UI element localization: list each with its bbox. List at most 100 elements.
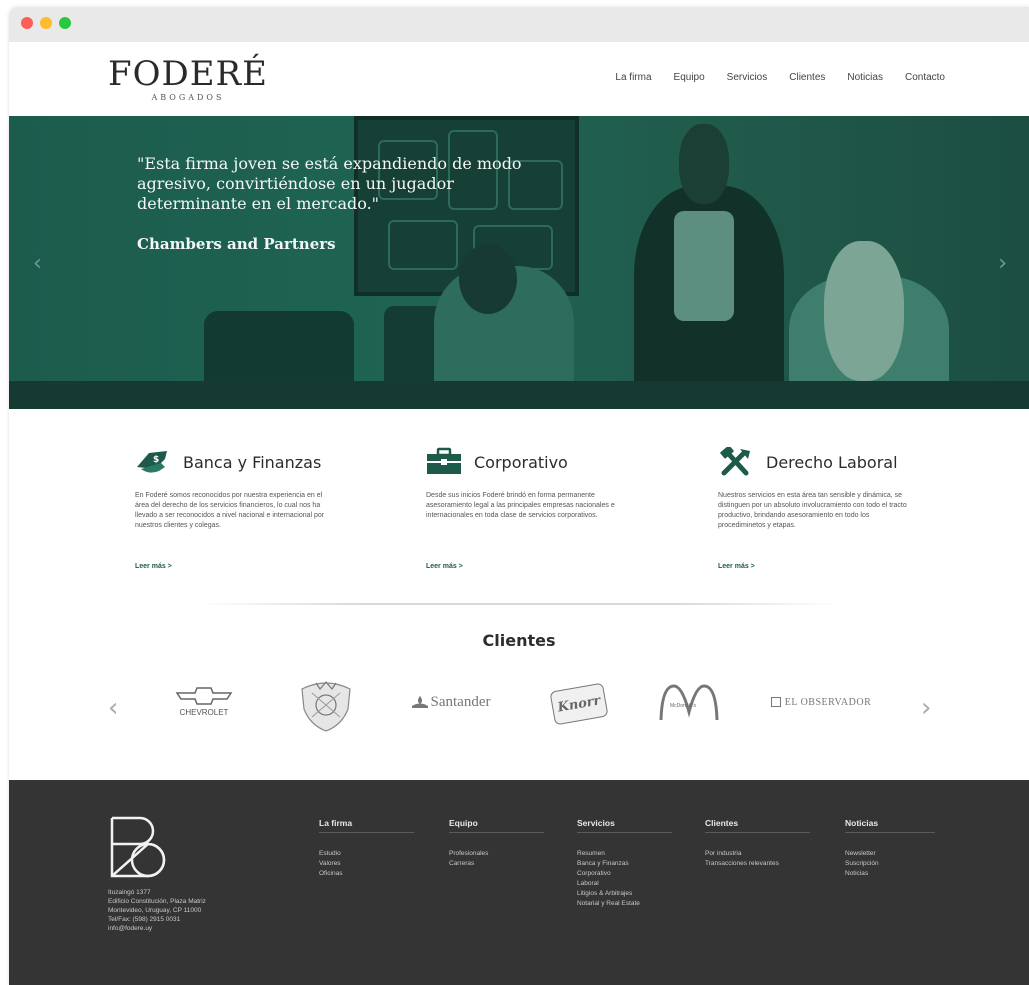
logo-wordmark: FODERÉ: [108, 54, 268, 94]
maximize-window-button[interactable]: [59, 17, 71, 29]
address-email[interactable]: info@fodere.uy: [108, 924, 206, 933]
hero-person-head: [679, 124, 729, 204]
footer-link[interactable]: Newsletter: [845, 849, 935, 859]
footer-column-title[interactable]: Noticias: [845, 818, 935, 833]
read-more-link[interactable]: Leer más >: [426, 563, 463, 570]
footer-link[interactable]: Por industria: [705, 849, 810, 859]
service-title: Derecho Laboral: [766, 452, 898, 472]
footer-column-la-firma: La firma Estudio Valores Oficinas: [319, 818, 414, 879]
nav-noticias[interactable]: Noticias: [847, 72, 883, 83]
service-header: Corporativo: [426, 447, 568, 477]
service-description: Nuestros servicios en esta área tan sens…: [718, 492, 907, 529]
hero-quote: "Esta firma joven se está expandiendo de…: [137, 154, 522, 213]
observador-square-icon: [770, 697, 781, 707]
footer-column-servicios: Servicios Resumen Banca y Finanzas Corpo…: [577, 818, 672, 909]
logo-tagline: ABOGADOS: [151, 93, 225, 102]
footer-link[interactable]: Resumen: [577, 849, 672, 859]
client-logo-mcdonalds[interactable]: McDonald's: [654, 677, 724, 727]
client-logo-chevrolet[interactable]: CHEVROLET: [169, 677, 239, 727]
clients-next-arrow-icon[interactable]: ›: [921, 695, 931, 721]
footer-column-clientes: Clientes Por industria Transacciones rel…: [705, 818, 810, 869]
clients-title: Clientes: [482, 631, 556, 650]
client-logo-el-observador[interactable]: EL OBSERVADOR: [761, 677, 881, 727]
service-header: $ Banca y Finanzas: [135, 447, 321, 477]
client-name: CHEVROLET: [179, 708, 229, 717]
main-nav: La firma Equipo Servicios Clientes Notic…: [593, 72, 945, 83]
hero-table: [9, 381, 1029, 409]
site-header: FODERÉ ABOGADOS La firma Equipo Servicio…: [9, 42, 1029, 116]
service-header: Derecho Laboral: [718, 447, 898, 477]
footer-link-list: Profesionales Carreras: [449, 849, 544, 869]
footer-link-list: Newsletter Suscripción Noticias: [845, 849, 935, 879]
footer-link[interactable]: Profesionales: [449, 849, 544, 859]
footer-link[interactable]: Corporativo: [577, 869, 672, 879]
footer-link-list: Por industria Transacciones relevantes: [705, 849, 810, 869]
footer-link[interactable]: Noticias: [845, 869, 935, 879]
footer-link[interactable]: Suscripción: [845, 859, 935, 869]
nav-equipo[interactable]: Equipo: [674, 72, 705, 83]
close-window-button[interactable]: [21, 17, 33, 29]
address-line: Edificio Constitución, Plaza Matriz: [108, 898, 206, 905]
footer-column-noticias: Noticias Newsletter Suscripción Noticias: [845, 818, 935, 879]
read-more-link[interactable]: Leer más >: [718, 563, 755, 570]
service-title: Corporativo: [474, 452, 568, 472]
footer-link[interactable]: Laboral: [577, 879, 672, 889]
footer-column-title[interactable]: Equipo: [449, 818, 544, 833]
golden-arches-icon: [659, 684, 719, 721]
footer-column-title[interactable]: Clientes: [705, 818, 810, 833]
hero-next-arrow-icon[interactable]: ›: [998, 251, 1007, 276]
footer-logo-icon[interactable]: [108, 814, 174, 880]
client-logo-crest[interactable]: [291, 677, 361, 737]
hero-person-head: [459, 244, 517, 314]
footer-link[interactable]: Transacciones relevantes: [705, 859, 810, 869]
hero-person-head: [824, 241, 904, 381]
chevrolet-bowtie-icon: [175, 687, 233, 705]
footer-link[interactable]: Valores: [319, 859, 414, 869]
footer-link[interactable]: Estudio: [319, 849, 414, 859]
site-footer: Ituzaingó 1377 Edificio Constitución, Pl…: [9, 780, 1029, 985]
section-divider: [199, 603, 839, 605]
santander-flame-icon: [411, 696, 428, 708]
footer-column-equipo: Equipo Profesionales Carreras: [449, 818, 544, 869]
service-description: En Foderé somos reconocidos por nuestra …: [135, 492, 325, 529]
client-logo-santander[interactable]: Santander: [401, 677, 501, 727]
footer-link-list: Estudio Valores Oficinas: [319, 849, 414, 879]
svg-text:$: $: [153, 455, 159, 465]
client-name: Santander: [430, 693, 491, 710]
hero-prev-arrow-icon[interactable]: ‹: [33, 251, 42, 276]
footer-link[interactable]: Carreras: [449, 859, 544, 869]
services-section: $ Banca y Finanzas En Foderé somos recon…: [9, 409, 1029, 609]
footer-column-title[interactable]: La firma: [319, 818, 414, 833]
address-line: Montevideo, Uruguay, CP 11000: [108, 907, 202, 914]
footer-column-title[interactable]: Servicios: [577, 818, 672, 833]
clients-prev-arrow-icon[interactable]: ‹: [108, 695, 118, 721]
service-description: Desde sus inicios Foderé brindó en forma…: [426, 492, 615, 519]
nav-servicios[interactable]: Servicios: [727, 72, 768, 83]
nav-contacto[interactable]: Contacto: [905, 72, 945, 83]
tools-icon: [720, 447, 750, 476]
footer-link[interactable]: Banca y Finanzas: [577, 859, 672, 869]
footer-link[interactable]: Litigios & Arbitrajes: [577, 889, 672, 899]
footer-link[interactable]: Oficinas: [319, 869, 414, 879]
client-name: Knorr: [556, 692, 602, 716]
footer-link[interactable]: Notarial y Real Estate: [577, 899, 672, 909]
address-line: Ituzaingó 1377: [108, 889, 151, 896]
client-logo-knorr[interactable]: Knorr: [549, 677, 609, 731]
hero-person-shirt: [674, 211, 734, 321]
knorr-badge: Knorr: [549, 682, 609, 726]
minimize-window-button[interactable]: [40, 17, 52, 29]
nav-la-firma[interactable]: La firma: [615, 72, 651, 83]
money-icon: $: [137, 451, 167, 473]
nav-clientes[interactable]: Clientes: [789, 72, 825, 83]
client-name: McDonald's: [670, 703, 696, 709]
browser-window: FODERÉ ABOGADOS La firma Equipo Servicio…: [9, 7, 1029, 985]
coat-of-arms-icon: [301, 681, 351, 732]
browser-titlebar: [9, 7, 1029, 42]
read-more-link[interactable]: Leer más >: [135, 563, 172, 570]
client-name: EL OBSERVADOR: [784, 696, 872, 708]
footer-address: Ituzaingó 1377 Edificio Constitución, Pl…: [108, 888, 206, 933]
briefcase-icon: [427, 447, 461, 474]
service-title: Banca y Finanzas: [183, 452, 322, 472]
hero-slider: "Esta firma joven se está expandiendo de…: [9, 116, 1029, 409]
site-logo[interactable]: FODERÉ ABOGADOS: [108, 56, 268, 102]
